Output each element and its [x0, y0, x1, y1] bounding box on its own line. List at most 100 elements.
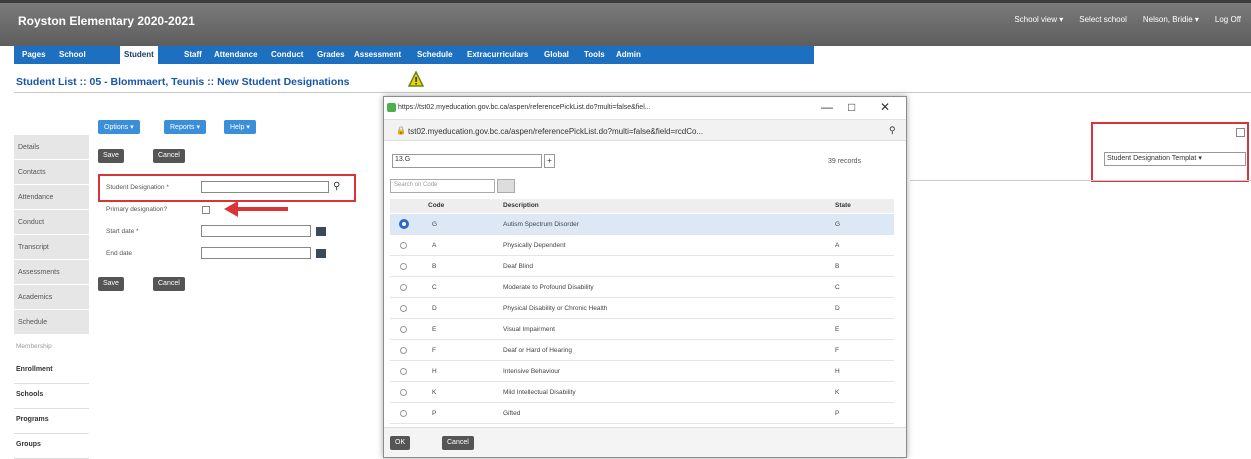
popup-address[interactable]: tst02.myeducation.gov.bc.ca/aspen/refere…: [408, 127, 703, 136]
tab-pages[interactable]: Pages: [18, 48, 50, 63]
row-description: Deaf Blind: [503, 263, 533, 270]
user-menu[interactable]: Nelson, Bridie ▾: [1143, 15, 1199, 24]
row-description: Autism Spectrum Disorder: [503, 221, 579, 228]
sidebar-item-programs[interactable]: Programs: [14, 409, 89, 434]
sidebar-item-attendance[interactable]: Attendance: [14, 185, 89, 210]
row-state: E: [835, 326, 840, 333]
row-radio[interactable]: [400, 263, 407, 270]
table-row[interactable]: K Mild Intellectual Disability K: [390, 382, 894, 403]
sidebar-item-academics[interactable]: Academics: [14, 285, 89, 310]
sidebar-item-assessments[interactable]: Assessments: [14, 260, 89, 285]
end-date-label: End date: [106, 250, 133, 257]
select-school-link[interactable]: Select school: [1079, 15, 1127, 24]
filter-select[interactable]: 13.G: [392, 154, 542, 168]
row-code: G: [432, 221, 438, 228]
logoff-link[interactable]: Log Off: [1215, 15, 1241, 24]
maximize-icon[interactable]: □: [848, 100, 855, 114]
browser-icon: [387, 103, 396, 112]
search-button[interactable]: [497, 179, 515, 193]
ok-button[interactable]: OK: [390, 436, 411, 450]
sidebar-item-enrollment[interactable]: Enrollment: [14, 359, 89, 384]
tab-attendance[interactable]: Attendance: [210, 48, 262, 63]
sidebar-item-contacts[interactable]: Contacts: [14, 160, 89, 185]
tab-extracurriculars[interactable]: Extracurriculars: [463, 48, 532, 63]
row-code: H: [432, 368, 437, 375]
table-row[interactable]: E Visual Impairment E: [390, 319, 894, 340]
row-radio[interactable]: [400, 347, 407, 354]
sidebar-item-schools[interactable]: Schools: [14, 384, 89, 409]
row-radio[interactable]: [400, 410, 407, 417]
row-description: Physically Dependent: [503, 242, 566, 249]
tab-student[interactable]: Student: [120, 46, 158, 66]
row-radio[interactable]: [400, 242, 407, 249]
cancel-button-top[interactable]: Cancel: [153, 149, 185, 163]
top-bar: Royston Elementary 2020-2021 School view…: [0, 0, 1251, 46]
popup-cancel-button[interactable]: Cancel: [442, 436, 474, 450]
calendar-icon[interactable]: [316, 227, 326, 236]
row-state: A: [835, 242, 840, 249]
sidebar-item-details[interactable]: Details: [14, 135, 89, 160]
tab-assessment[interactable]: Assessment: [350, 48, 405, 63]
sidebar-item-schedule[interactable]: Schedule: [14, 310, 89, 335]
row-code: P: [432, 410, 437, 417]
table-header: Code Description State: [390, 199, 894, 213]
sidebar-item-transcript[interactable]: Transcript: [14, 235, 89, 260]
row-radio[interactable]: [399, 219, 409, 229]
top-right-links: School view ▾ Select school Nelson, Brid…: [1014, 15, 1241, 24]
search-input[interactable]: Search on Code: [390, 179, 495, 193]
close-icon[interactable]: ✕: [880, 100, 890, 114]
end-date-field[interactable]: [201, 247, 311, 259]
table-row[interactable]: H Intensive Behaviour H: [390, 361, 894, 382]
tab-staff[interactable]: Staff: [180, 48, 206, 63]
calendar-icon[interactable]: [316, 249, 326, 258]
filter-add-button[interactable]: +: [544, 154, 555, 168]
start-date-field[interactable]: [201, 225, 311, 237]
tab-global[interactable]: Global: [540, 48, 573, 63]
zoom-icon[interactable]: ⚲: [889, 125, 896, 136]
sidebar-item-conduct[interactable]: Conduct: [14, 210, 89, 235]
search-icon[interactable]: ⚲: [333, 181, 340, 192]
expand-icon[interactable]: [1236, 128, 1245, 137]
header-description[interactable]: Description: [503, 202, 539, 209]
row-code: D: [432, 305, 437, 312]
start-date-label: Start date *: [106, 228, 139, 235]
tab-school[interactable]: School: [55, 48, 90, 63]
table-row[interactable]: A Physically Dependent A: [390, 235, 894, 256]
minimize-icon[interactable]: —: [821, 100, 833, 114]
table-row[interactable]: B Deaf Blind B: [390, 256, 894, 277]
table-row[interactable]: G Autism Spectrum Disorder G: [390, 214, 894, 235]
row-code: B: [432, 263, 437, 270]
tab-conduct[interactable]: Conduct: [267, 48, 307, 63]
sidebar-item-groups[interactable]: Groups: [14, 434, 89, 459]
table-row[interactable]: C Moderate to Profound Disability C: [390, 277, 894, 298]
template-select[interactable]: Student Designation Templat ▾: [1104, 152, 1246, 166]
options-menu-button[interactable]: Options ▾: [98, 120, 140, 134]
primary-designation-label: Primary designation?: [106, 206, 168, 213]
row-description: Deaf or Hard of Hearing: [503, 347, 573, 354]
row-code: K: [432, 389, 437, 396]
help-menu-button[interactable]: Help ▾: [224, 120, 256, 134]
tab-admin[interactable]: Admin: [612, 48, 645, 63]
row-radio[interactable]: [400, 305, 407, 312]
tab-grades[interactable]: Grades: [313, 48, 349, 63]
row-radio[interactable]: [400, 326, 407, 333]
designation-field[interactable]: [201, 181, 329, 193]
pick-list-popup: https://tst02.myeducation.gov.bc.ca/aspe…: [383, 96, 907, 458]
save-button-top[interactable]: Save: [98, 149, 124, 163]
primary-designation-checkbox[interactable]: [202, 206, 210, 214]
save-button-bottom[interactable]: Save: [98, 277, 124, 291]
row-radio[interactable]: [400, 368, 407, 375]
tab-tools[interactable]: Tools: [580, 48, 609, 63]
header-code[interactable]: Code: [428, 202, 444, 209]
school-view-link[interactable]: School view ▾: [1014, 15, 1063, 24]
table-row[interactable]: F Deaf or Hard of Hearing F: [390, 340, 894, 361]
designation-label: Student Designation *: [106, 184, 169, 191]
tab-schedule[interactable]: Schedule: [413, 48, 457, 63]
header-state[interactable]: State: [835, 202, 851, 209]
cancel-button-bottom[interactable]: Cancel: [153, 277, 185, 291]
row-radio[interactable]: [400, 284, 407, 291]
row-radio[interactable]: [400, 389, 407, 396]
reports-menu-button[interactable]: Reports ▾: [164, 120, 206, 134]
table-row[interactable]: P Gifted P: [390, 403, 894, 424]
table-row[interactable]: D Physical Disability or Chronic Health …: [390, 298, 894, 319]
